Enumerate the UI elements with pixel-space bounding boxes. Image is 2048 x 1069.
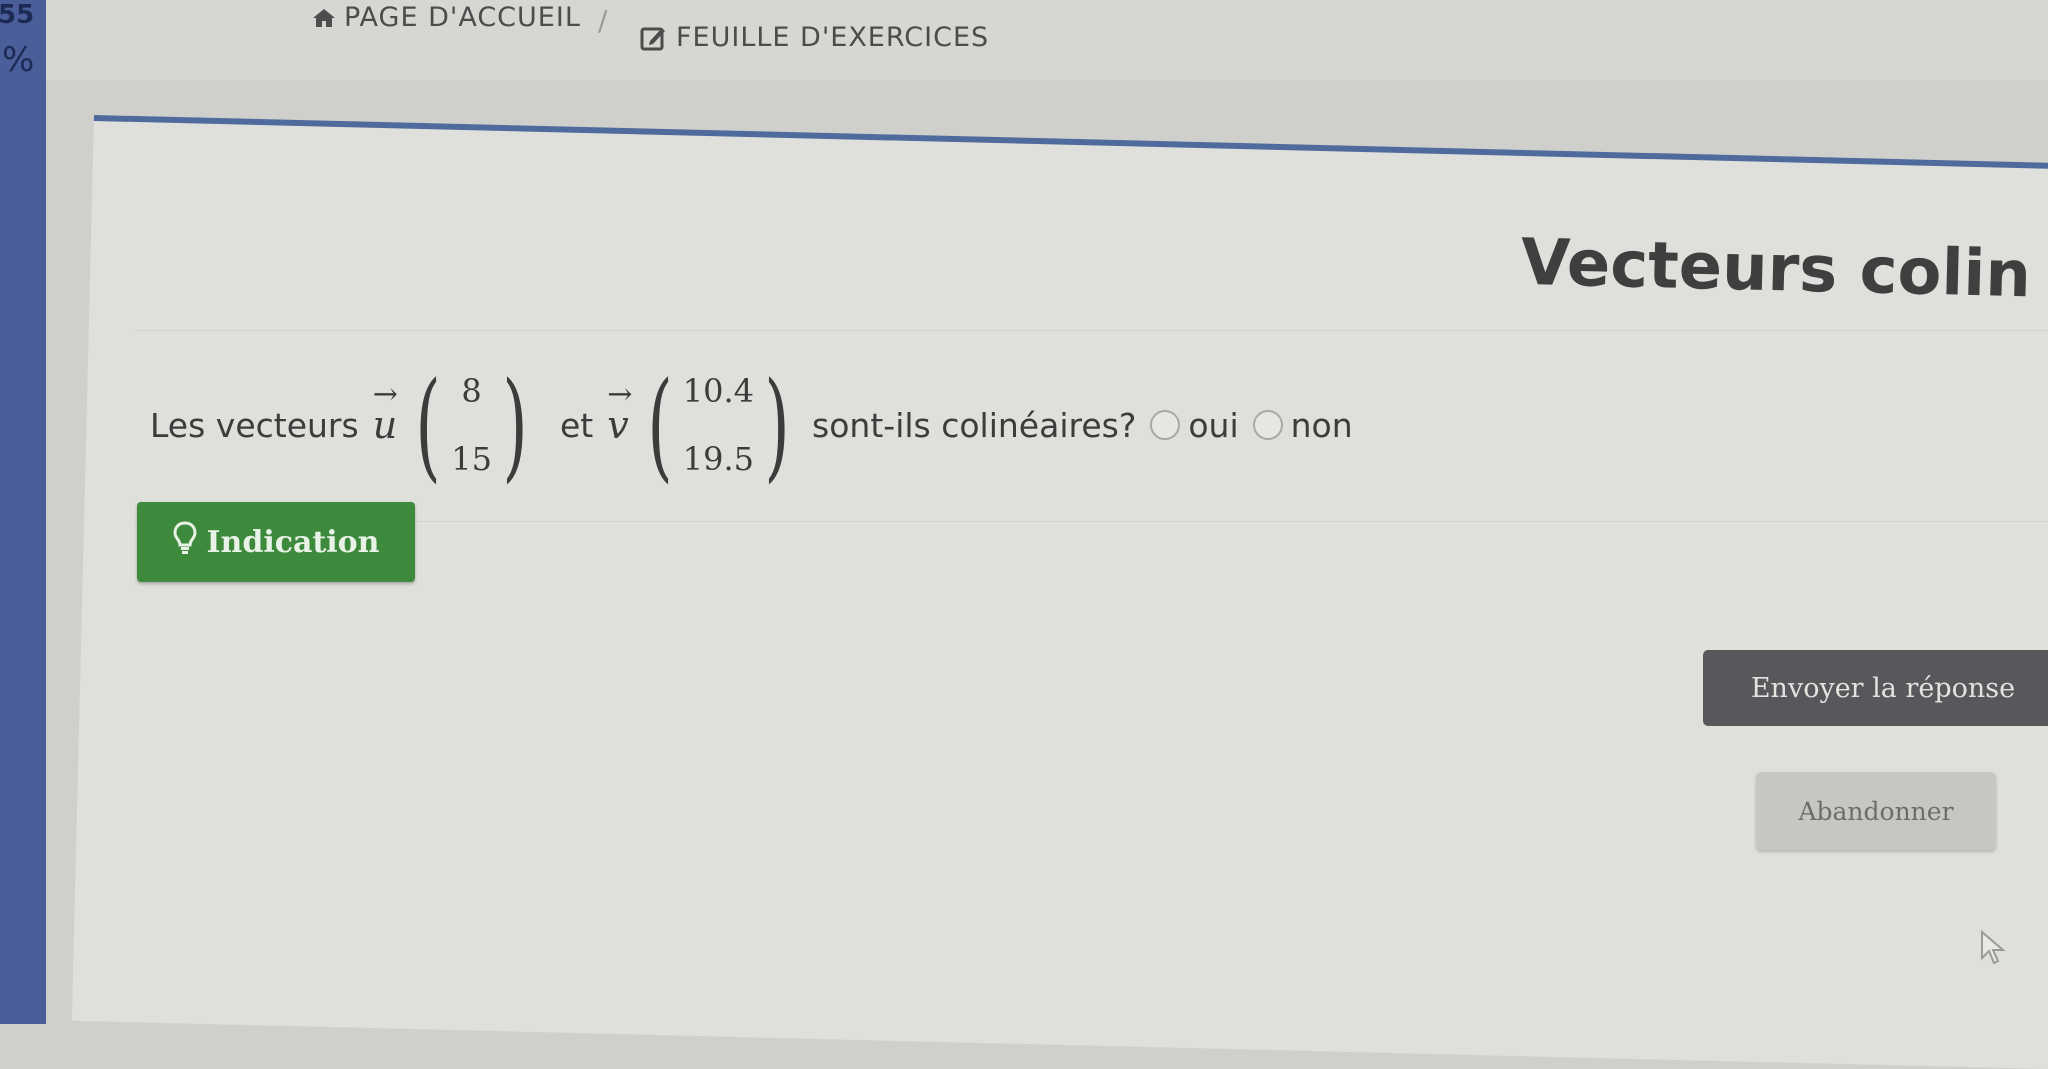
mouse-cursor-icon bbox=[1980, 929, 2006, 970]
score-number: 55 bbox=[0, 0, 35, 30]
vector-v-y: 19.5 bbox=[682, 440, 754, 478]
exercise-panel: Vecteurs colin bbox=[71, 115, 2048, 1069]
submit-button-label: Envoyer la réponse bbox=[1750, 672, 2016, 704]
abandon-button[interactable]: Abandonner bbox=[1756, 772, 1996, 850]
lightbulb-icon bbox=[172, 521, 197, 563]
radio-non[interactable] bbox=[1252, 410, 1283, 440]
vector-arrow: → bbox=[607, 377, 633, 412]
breadcrumb-sheet-label: FEUILLE D'EXERCICES bbox=[676, 22, 990, 53]
breadcrumb-exercise-sheet-link[interactable]: FEUILLE D'EXERCICES bbox=[640, 22, 989, 53]
breadcrumb-home-link[interactable]: PAGE D'ACCUEIL bbox=[312, 2, 581, 33]
percent-symbol: % bbox=[2, 40, 35, 80]
radio-oui-label[interactable]: oui bbox=[1188, 406, 1238, 445]
hint-button-label: Indication bbox=[206, 524, 380, 560]
hint-button[interactable]: Indication bbox=[137, 502, 415, 582]
vector-u-components: ( 8 15 ) bbox=[415, 356, 528, 494]
abandon-button-label: Abandonner bbox=[1798, 796, 1954, 826]
edit-icon bbox=[640, 24, 668, 52]
vector-u-x: 8 bbox=[461, 372, 482, 410]
vector-u-y: 15 bbox=[451, 440, 492, 478]
radio-non-label[interactable]: non bbox=[1291, 406, 1353, 445]
question-statement: Les vecteurs → u ( 8 15 ) et → v ( 10.4 … bbox=[150, 355, 1353, 495]
vector-v-x: 10.4 bbox=[682, 372, 754, 410]
question-suffix: sont-ils colinéaires? bbox=[812, 405, 1137, 445]
vector-v-components: ( 10.4 19.5 ) bbox=[647, 356, 790, 494]
vector-u-symbol: → u bbox=[373, 377, 398, 447]
breadcrumb-separator: / bbox=[598, 4, 609, 37]
left-sidebar-strip: 55 % bbox=[0, 0, 46, 1024]
question-conjunction: et bbox=[559, 405, 594, 445]
submit-answer-button[interactable]: Envoyer la réponse bbox=[1703, 650, 2048, 726]
home-icon bbox=[312, 8, 336, 28]
vector-v-symbol: → v bbox=[607, 377, 632, 447]
radio-oui[interactable] bbox=[1150, 410, 1181, 440]
exercise-title: Vecteurs colin bbox=[1519, 225, 2032, 313]
vector-arrow: → bbox=[372, 377, 398, 412]
question-prefix: Les vecteurs bbox=[150, 405, 359, 445]
breadcrumb-home-label: PAGE D'ACCUEIL bbox=[344, 2, 581, 33]
